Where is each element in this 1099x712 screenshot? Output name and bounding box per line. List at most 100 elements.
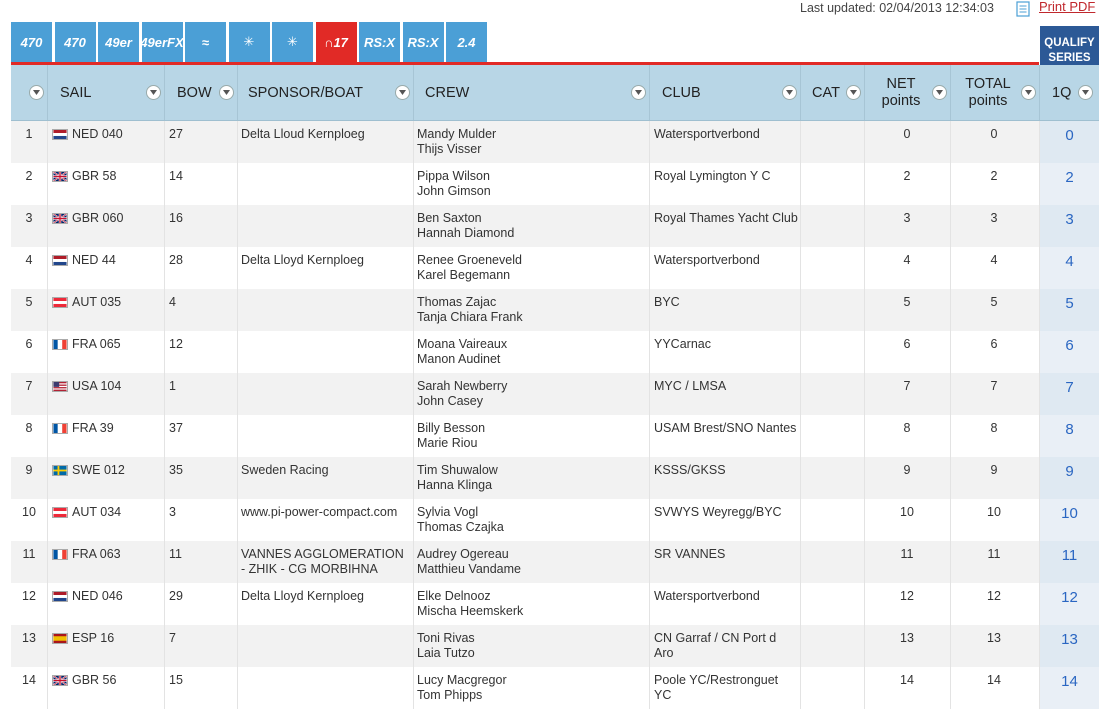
chevron-down-icon — [1025, 90, 1032, 95]
sort-sponsor-button[interactable] — [395, 85, 410, 100]
table-row[interactable]: 2 GBR 58 14 Pippa Wilson John Gimson Royal Ly… — [11, 163, 1099, 206]
sort-cat-button[interactable] — [846, 85, 861, 100]
net-points-cell: 5 — [903, 295, 911, 309]
bow-cell: 15 — [169, 673, 183, 687]
cell-divider — [800, 331, 801, 373]
windsurf-wave-icon[interactable]: ≈ — [185, 22, 226, 62]
table-row[interactable]: 13 ESP 16 7 Toni Rivas Laia Tutzo CN Garraf /… — [11, 625, 1099, 668]
column-header-sponsor[interactable]: SPONSOR/BOAT — [248, 65, 363, 120]
table-row[interactable]: 11 FRA 063 11 VANNES AGGLOMERATION - ZHIK -… — [11, 541, 1099, 584]
rank-cell: 14 — [22, 673, 36, 687]
sort-net-button[interactable] — [932, 85, 947, 100]
rsx-women-class-icon[interactable]: RS:X — [402, 22, 444, 62]
table-row[interactable]: 5 AUT 035 4 Thomas Zajac Tanja Chiara Frank B… — [11, 289, 1099, 332]
sort-club-button[interactable] — [782, 85, 797, 100]
star-r-class-icon[interactable]: ✳ — [272, 22, 313, 62]
flag-icon — [52, 381, 68, 392]
cell-divider — [47, 247, 48, 289]
race-score-link[interactable]: 2 — [1040, 169, 1099, 186]
race-score-link[interactable]: 0 — [1040, 127, 1099, 144]
cell-divider — [164, 205, 165, 247]
cell-divider — [649, 163, 650, 205]
race-score-link[interactable]: 6 — [1040, 337, 1099, 354]
race-score-link[interactable]: 3 — [1040, 211, 1099, 228]
49erfx-class-icon[interactable]: 49erFX — [140, 22, 184, 62]
column-header-cat[interactable]: CAT — [812, 65, 840, 120]
column-header-race-1q[interactable]: 1Q — [1052, 65, 1071, 120]
column-header-total[interactable]: TOTAL points — [957, 65, 1019, 120]
nacra17-class-icon[interactable]: ∩17 — [315, 22, 357, 62]
table-row[interactable]: 14 GBR 56 15 Lucy Macgregor Tom Phipps Poole … — [11, 667, 1099, 710]
cell-divider — [413, 247, 414, 289]
race-score-link[interactable]: 5 — [1040, 295, 1099, 312]
crew-cell: Billy Besson Marie Riou — [417, 421, 485, 451]
table-row[interactable]: 10 AUT 034 3 www.pi-power-compact.com Sylvia… — [11, 499, 1099, 542]
sort-crew-button[interactable] — [631, 85, 646, 100]
bow-cell: 12 — [169, 337, 183, 351]
cell-divider — [237, 163, 238, 205]
class-label: 49erFX — [140, 34, 184, 50]
column-header-club[interactable]: CLUB — [662, 65, 701, 120]
rsx-class-icon[interactable]: RS:X — [359, 22, 400, 62]
flag-icon — [52, 255, 68, 266]
470-class-icon[interactable]: 470 — [11, 22, 52, 62]
table-row[interactable]: 4 NED 44 28 Delta Lloyd Kernploeg Renee Groe… — [11, 247, 1099, 290]
club-cell: Watersportverbond — [654, 589, 760, 603]
column-header-sail[interactable]: SAIL — [60, 65, 91, 120]
sort-bow-button[interactable] — [219, 85, 234, 100]
column-header-crew[interactable]: CREW — [425, 65, 469, 120]
crew-member: Tanja Chiara Frank — [417, 310, 523, 324]
club-cell: USAM Brest/SNO Nantes — [654, 421, 797, 435]
race-score-link[interactable]: 11 — [1040, 547, 1099, 564]
flag-icon — [52, 633, 68, 644]
race-score-link[interactable]: 8 — [1040, 421, 1099, 438]
race-score-link[interactable]: 9 — [1040, 463, 1099, 480]
column-header-net[interactable]: NET points — [871, 65, 931, 120]
cell-divider — [237, 625, 238, 667]
sort-race-button[interactable] — [1078, 85, 1093, 100]
cell-divider — [237, 247, 238, 289]
cell-divider — [950, 121, 951, 163]
cell-divider — [950, 415, 951, 457]
sponsor-cell: Delta Lloyd Kernploeg — [241, 253, 364, 267]
race-score-link[interactable]: 7 — [1040, 379, 1099, 396]
crew-member: Hannah Diamond — [417, 226, 515, 240]
document-icon[interactable] — [1015, 1, 1031, 17]
race-score-link[interactable]: 10 — [1040, 505, 1099, 522]
bow-cell: 1 — [169, 379, 176, 393]
sort-rank-button[interactable] — [29, 85, 44, 100]
sail-cell: FRA 39 — [72, 421, 114, 435]
star-class-icon[interactable]: ✳ — [228, 22, 270, 62]
table-row[interactable]: 6 FRA 065 12 Moana Vaireaux Manon Audinet YYC… — [11, 331, 1099, 374]
race-score-link[interactable]: 14 — [1040, 673, 1099, 690]
cell-divider — [164, 373, 165, 415]
sort-total-button[interactable] — [1021, 85, 1036, 100]
cell-divider — [237, 499, 238, 541]
table-row[interactable]: 12 NED 046 29 Delta Lloyd Kernploeg Elke Del… — [11, 583, 1099, 626]
race-score-link[interactable]: 4 — [1040, 253, 1099, 270]
crew-member: Thomas Zajac — [417, 295, 497, 309]
table-row[interactable]: 8 FRA 39 37 Billy Besson Marie Riou USAM Bres… — [11, 415, 1099, 458]
table-row[interactable]: 1 NED 040 27 Delta Lloud Kernploeg Mandy Mul… — [11, 121, 1099, 164]
class-label: ✳ — [243, 34, 255, 49]
print-pdf-link[interactable]: Print PDF — [1039, 0, 1095, 14]
2-4mR-class-icon[interactable]: 2.4 — [446, 22, 487, 62]
crew-member: Moana Vaireaux — [417, 337, 508, 351]
table-row[interactable]: 3 GBR 060 16 Ben Saxton Hannah Diamond Royal … — [11, 205, 1099, 248]
rank-cell: 7 — [25, 379, 33, 393]
total-points-cell: 14 — [987, 673, 1001, 687]
bow-cell: 3 — [169, 505, 176, 519]
column-header-bow[interactable]: BOW — [177, 65, 212, 120]
rank-cell: 13 — [22, 631, 36, 645]
table-row[interactable]: 7 USA 104 1 Sarah Newberry John Casey MYC / L… — [11, 373, 1099, 416]
crew-cell: Lucy Macgregor Tom Phipps — [417, 673, 507, 703]
49er-class-icon[interactable]: 49er — [98, 22, 139, 62]
table-row[interactable]: 9 SWE 012 35 Sweden Racing Tim Shuwalow Hanna… — [11, 457, 1099, 500]
470-women-class-icon[interactable]: 470 — [54, 22, 96, 62]
sort-sail-button[interactable] — [146, 85, 161, 100]
race-score-link[interactable]: 12 — [1040, 589, 1099, 606]
race-score-link[interactable]: 13 — [1040, 631, 1099, 648]
table-header: SAIL BOW SPONSOR/BOAT CREW CLUB CAT NET … — [11, 65, 1099, 121]
crew-member: Mandy Mulder — [417, 127, 497, 141]
cell-divider — [164, 541, 165, 583]
